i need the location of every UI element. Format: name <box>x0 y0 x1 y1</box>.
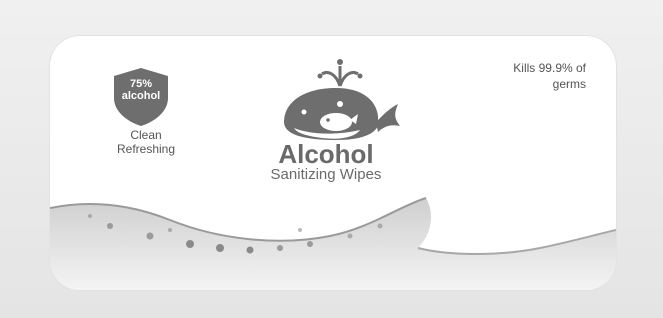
product-subtitle: Sanitizing Wipes <box>270 166 382 183</box>
water-wave-illustration <box>50 197 616 290</box>
germ-claim: Kills 99.9% of germs <box>456 60 586 92</box>
tagline-clean: Clean <box>130 128 162 142</box>
badge-label: alcohol <box>121 90 161 102</box>
product-name: Alcohol <box>278 139 374 169</box>
alcohol-badge: 75% alcohol <box>110 66 172 128</box>
whale-icon <box>284 59 400 140</box>
germ-claim-line2: germs <box>552 77 586 91</box>
tagline: Clean Refreshing <box>96 128 196 156</box>
badge-percent: 75% <box>129 78 153 90</box>
germ-claim-line1: Kills 99.9% of <box>513 61 586 75</box>
badge-text: 75% alcohol <box>110 78 172 102</box>
package-background: 75% alcohol Clean Refreshing Kills 99.9%… <box>0 0 663 318</box>
tagline-refreshing: Refreshing <box>116 142 176 156</box>
wipes-label-card: 75% alcohol Clean Refreshing Kills 99.9%… <box>50 36 616 290</box>
